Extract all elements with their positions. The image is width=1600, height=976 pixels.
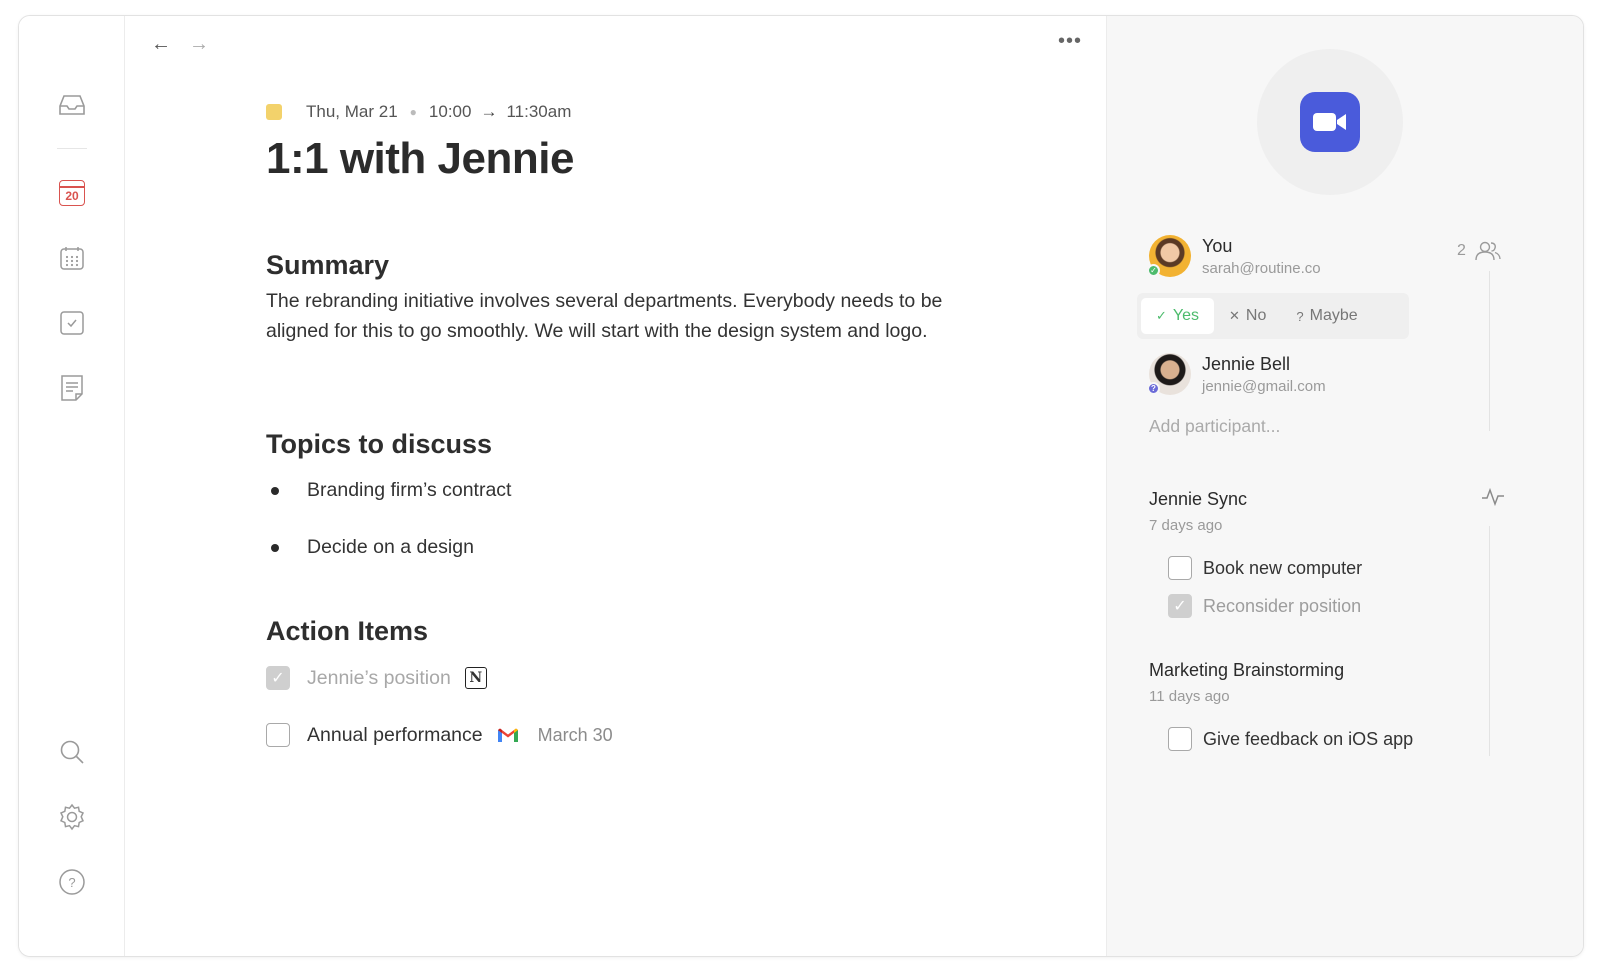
topic-item[interactable]: Decide on a design	[271, 536, 474, 559]
related-todo-item: Book new computer	[1168, 556, 1362, 580]
zoom-video-button[interactable]	[1300, 92, 1360, 152]
activity-icon[interactable]	[1481, 487, 1505, 507]
bullet-icon	[271, 543, 279, 552]
back-button[interactable]: ←	[151, 34, 171, 54]
zoom-video-icon	[1313, 113, 1346, 131]
event-color-swatch[interactable]	[266, 104, 282, 120]
sidebar: 20 ?	[19, 16, 125, 956]
summary-heading: Summary	[266, 250, 390, 280]
people-icon	[1475, 241, 1501, 261]
gmail-icon[interactable]	[497, 727, 519, 744]
history-nav: ← →	[151, 34, 209, 54]
todo-checkbox[interactable]	[1168, 727, 1192, 751]
event-detail: ← → ••• Thu, Mar 21 ● 10:00 → 11:30am 1:…	[126, 16, 1106, 956]
today-date-label: 20	[59, 180, 85, 206]
participant-row[interactable]: ? Jennie Bell jennie@gmail.com	[1147, 353, 1326, 399]
forward-button[interactable]: →	[189, 34, 209, 54]
topic-label: Branding firm’s contract	[307, 479, 512, 501]
participant-email: jennie@gmail.com	[1202, 378, 1326, 395]
todo-label[interactable]: Book new computer	[1203, 558, 1362, 579]
question-icon: ?	[1296, 308, 1304, 324]
participant-count-value: 2	[1457, 242, 1466, 259]
event-sidebar: ✓ You sarah@routine.co 2 ✓ Yes ✕ No ? Ma…	[1106, 16, 1583, 956]
event-start-time[interactable]: 10:00	[429, 102, 472, 122]
app-window: 20 ? ← → ••• Thu, Mar 21 ● 10:00 → 11:30…	[18, 15, 1584, 957]
video-call-container	[1257, 49, 1403, 195]
related-event-title[interactable]: Jennie Sync	[1149, 489, 1247, 510]
participant-name: You	[1202, 236, 1233, 256]
help-icon-glyph: ?	[68, 875, 75, 890]
avatar: ✓	[1147, 235, 1191, 277]
participant-count[interactable]: 2	[1457, 240, 1502, 262]
action-item-checkbox[interactable]	[266, 666, 290, 690]
notion-icon[interactable]: N	[464, 667, 487, 689]
timeline-divider	[1489, 271, 1490, 431]
action-item-label[interactable]: Jennie’s position	[307, 667, 451, 690]
rsvp-yes-button[interactable]: ✓ Yes	[1141, 298, 1215, 334]
timeline-divider	[1489, 526, 1490, 756]
help-icon[interactable]: ?	[57, 867, 87, 897]
accepted-status-icon: ✓	[1147, 264, 1160, 277]
check-icon: ✓	[1156, 308, 1167, 323]
time-range-arrow: →	[480, 102, 498, 121]
rsvp-selector: ✓ Yes ✕ No ? Maybe	[1137, 293, 1409, 339]
sidebar-divider	[57, 148, 87, 149]
action-item-label[interactable]: Annual performance	[307, 724, 483, 747]
rsvp-no-label: No	[1245, 307, 1267, 324]
rsvp-no-button[interactable]: ✕ No	[1214, 298, 1281, 334]
rsvp-maybe-button[interactable]: ? Maybe	[1281, 298, 1372, 334]
todo-label[interactable]: Reconsider position	[1203, 596, 1361, 617]
meta-separator: ●	[409, 105, 417, 119]
related-event-time: 11 days ago	[1149, 688, 1230, 705]
action-items-heading: Action Items	[266, 616, 429, 646]
participant-row[interactable]: ✓ You sarah@routine.co	[1147, 235, 1321, 281]
search-icon[interactable]	[57, 737, 87, 767]
settings-icon[interactable]	[57, 802, 87, 832]
participant-name: Jennie Bell	[1202, 354, 1291, 374]
related-event-time: 7 days ago	[1149, 517, 1223, 534]
related-event-title[interactable]: Marketing Brainstorming	[1149, 660, 1344, 681]
action-item: Jennie’s position N	[266, 666, 487, 690]
action-item: Annual performance March 30	[266, 723, 613, 747]
event-title[interactable]: 1:1 with Jennie	[266, 134, 574, 184]
summary-text[interactable]: The rebranding initiative involves sever…	[266, 286, 986, 346]
action-item-due-date[interactable]: March 30	[538, 725, 613, 746]
topic-label: Decide on a design	[307, 536, 474, 558]
todo-label[interactable]: Give feedback on iOS app	[1203, 729, 1413, 750]
add-participant-input[interactable]: Add participant...	[1149, 416, 1280, 437]
rsvp-maybe-label: Maybe	[1309, 307, 1358, 324]
todo-checkbox[interactable]	[1168, 556, 1192, 580]
related-todo-item: Give feedback on iOS app	[1168, 727, 1413, 751]
participant-email: sarah@routine.co	[1202, 260, 1321, 277]
more-options-button[interactable]: •••	[1058, 30, 1082, 53]
x-icon: ✕	[1229, 308, 1240, 323]
today-calendar-icon[interactable]: 20	[57, 178, 87, 208]
inbox-icon[interactable]	[57, 90, 87, 120]
tasks-icon[interactable]	[57, 308, 87, 338]
rsvp-yes-label: Yes	[1172, 307, 1200, 324]
bullet-icon	[271, 486, 279, 495]
maybe-status-icon: ?	[1147, 382, 1160, 395]
notes-icon[interactable]	[57, 373, 87, 403]
action-item-checkbox[interactable]	[266, 723, 290, 747]
event-end-time[interactable]: 11:30am	[506, 102, 571, 122]
event-date[interactable]: Thu, Mar 21	[306, 102, 398, 122]
todo-checkbox[interactable]	[1168, 594, 1192, 618]
topic-item[interactable]: Branding firm’s contract	[271, 479, 511, 502]
avatar: ?	[1147, 353, 1191, 395]
event-meta: Thu, Mar 21 ● 10:00 → 11:30am	[266, 102, 571, 122]
topics-heading: Topics to discuss	[266, 429, 493, 459]
calendar-grid-icon[interactable]	[57, 243, 87, 273]
related-todo-item: Reconsider position	[1168, 594, 1361, 618]
